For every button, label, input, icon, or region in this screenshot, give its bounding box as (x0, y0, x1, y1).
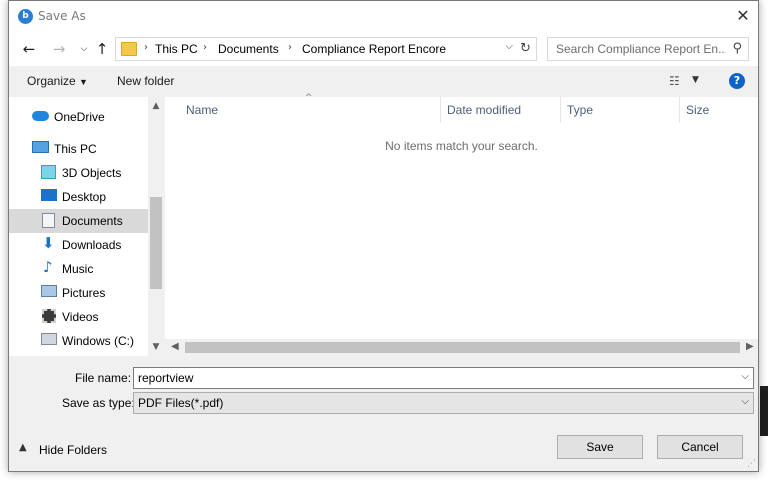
drive-icon (41, 333, 57, 345)
sidebar-item-videos[interactable]: Videos (9, 305, 148, 329)
sidebar-item-pictures[interactable]: Pictures (9, 281, 148, 305)
breadcrumb-this-pc[interactable]: This PC (155, 42, 198, 56)
view-options-icon[interactable]: ☷ (669, 74, 680, 88)
sidebar-item-label: Pictures (62, 286, 106, 300)
save-button[interactable]: Save (557, 435, 643, 459)
chevron-down-icon: ▼ (79, 77, 88, 87)
scroll-left-icon[interactable]: ◀ (171, 341, 179, 352)
documents-icon (42, 213, 55, 228)
save-as-type-select[interactable]: PDF Files(*.pdf) ⌵ (133, 392, 754, 414)
scroll-right-icon[interactable]: ▶ (746, 341, 754, 352)
sidebar-item-music[interactable]: ♪ Music (9, 257, 148, 281)
file-name-dropdown-icon[interactable]: ⌵ (741, 371, 749, 382)
resize-grip-icon[interactable]: ⋰ (747, 459, 756, 469)
sidebar-item-label: Videos (62, 310, 99, 324)
new-folder-button[interactable]: New folder (117, 74, 174, 88)
empty-message: No items match your search. (385, 139, 538, 153)
up-arrow-icon[interactable]: ↑ (92, 40, 112, 58)
command-bar: Organize ▼ New folder ☷ ▼ ? (9, 66, 758, 97)
title-bar: b Save As ✕ (9, 1, 758, 32)
forward-arrow-icon[interactable]: → (49, 40, 69, 58)
videos-icon (42, 309, 56, 323)
file-name-label: File name: (75, 371, 132, 385)
back-arrow-icon[interactable]: ← (19, 40, 39, 58)
scrollbar-thumb[interactable] (150, 197, 162, 289)
sidebar-item-documents[interactable]: Documents (9, 209, 148, 233)
sidebar-item-label: Documents (62, 214, 123, 228)
3d-objects-icon (41, 165, 56, 179)
file-name-value: reportview (138, 371, 194, 385)
music-icon: ♪ (43, 258, 53, 276)
address-dropdown-icon[interactable]: ⌵ (505, 41, 513, 52)
breadcrumb-separator-icon[interactable]: › (144, 42, 148, 53)
chevron-up-icon: ▲ (19, 442, 27, 453)
sidebar-item-label: Music (62, 262, 94, 276)
save-as-dialog: b Save As ✕ ← → ⌵ ↑ › This PC › Document… (8, 0, 759, 472)
breadcrumb-compliance-report-encore[interactable]: Compliance Report Encore (302, 42, 446, 56)
sidebar-item-label: Windows (C:) (62, 334, 135, 348)
address-bar[interactable]: › This PC › Documents › Compliance Repor… (115, 37, 518, 61)
breadcrumb-documents[interactable]: Documents (218, 42, 279, 56)
horizontal-scrollbar[interactable]: ◀ ▶ (165, 339, 758, 356)
this-pc-icon (32, 141, 49, 153)
close-icon[interactable]: ✕ (728, 1, 758, 32)
breadcrumb-separator-icon[interactable]: › (288, 42, 292, 53)
column-header-size[interactable]: Size (686, 103, 709, 117)
sidebar-item-desktop[interactable]: Desktop (9, 185, 148, 209)
save-as-type-label: Save as type: (62, 396, 135, 410)
help-icon[interactable]: ? (729, 73, 745, 89)
column-header-type[interactable]: Type (567, 103, 593, 117)
column-divider[interactable] (560, 97, 561, 122)
sidebar-item-label: OneDrive (54, 110, 105, 124)
column-divider[interactable] (440, 97, 441, 122)
pictures-icon (41, 285, 57, 297)
column-header-name[interactable]: Name (186, 103, 218, 117)
sidebar-item-label: This PC (54, 142, 97, 156)
sidebar-item-label: Downloads (62, 238, 122, 252)
scrollbar-thumb[interactable] (185, 342, 740, 353)
refresh-icon[interactable]: ↻ (515, 37, 537, 61)
scroll-up-icon[interactable]: ▲ (148, 101, 164, 111)
app-icon: b (18, 9, 33, 24)
dialog-title: Save As (38, 9, 86, 23)
column-divider[interactable] (679, 97, 680, 122)
sidebar-item-label: 3D Objects (62, 166, 122, 180)
cancel-button[interactable]: Cancel (657, 435, 743, 459)
file-name-field[interactable]: reportview ⌵ (133, 367, 754, 389)
search-placeholder: Search Compliance Report En... (556, 42, 726, 56)
navigation-scrollbar[interactable]: ▲ ▼ (148, 97, 164, 356)
file-list-pane: ^ Name Date modified Type Size No items … (165, 93, 758, 356)
navigation-bar: ← → ⌵ ↑ › This PC › Documents › Complian… (9, 32, 758, 66)
column-header-date-modified[interactable]: Date modified (447, 103, 521, 117)
sidebar-item-windows-c[interactable]: Windows (C:) (9, 329, 148, 353)
save-as-type-value: PDF Files(*.pdf) (138, 396, 224, 410)
sort-caret-icon: ^ (305, 93, 313, 103)
navigation-pane: OneDrive This PC 3D Objects Desktop Docu… (9, 97, 164, 356)
search-input[interactable]: Search Compliance Report En... ⚲ (547, 37, 749, 61)
sidebar-item-onedrive[interactable]: OneDrive (9, 105, 148, 129)
search-icon[interactable]: ⚲ (732, 41, 742, 56)
save-as-type-dropdown-icon[interactable]: ⌵ (741, 396, 749, 407)
sidebar-item-3d-objects[interactable]: 3D Objects (9, 161, 148, 185)
recent-locations-chevron-icon[interactable]: ⌵ (74, 40, 94, 58)
onedrive-icon (32, 111, 49, 121)
downloads-icon: ⬇ (42, 234, 55, 252)
desktop-icon (41, 189, 57, 201)
sidebar-item-label: Desktop (62, 190, 107, 204)
scroll-down-icon[interactable]: ▼ (148, 342, 164, 352)
sidebar-item-this-pc[interactable]: This PC (9, 137, 148, 161)
view-dropdown-icon[interactable]: ▼ (692, 75, 699, 85)
hide-folders-label: Hide Folders (39, 443, 108, 457)
organize-button[interactable]: Organize ▼ (27, 74, 88, 88)
sidebar-item-downloads[interactable]: ⬇ Downloads (9, 233, 148, 257)
background-dark-panel (760, 386, 768, 436)
breadcrumb-separator-icon[interactable]: › (203, 42, 207, 53)
folder-icon (121, 42, 137, 56)
